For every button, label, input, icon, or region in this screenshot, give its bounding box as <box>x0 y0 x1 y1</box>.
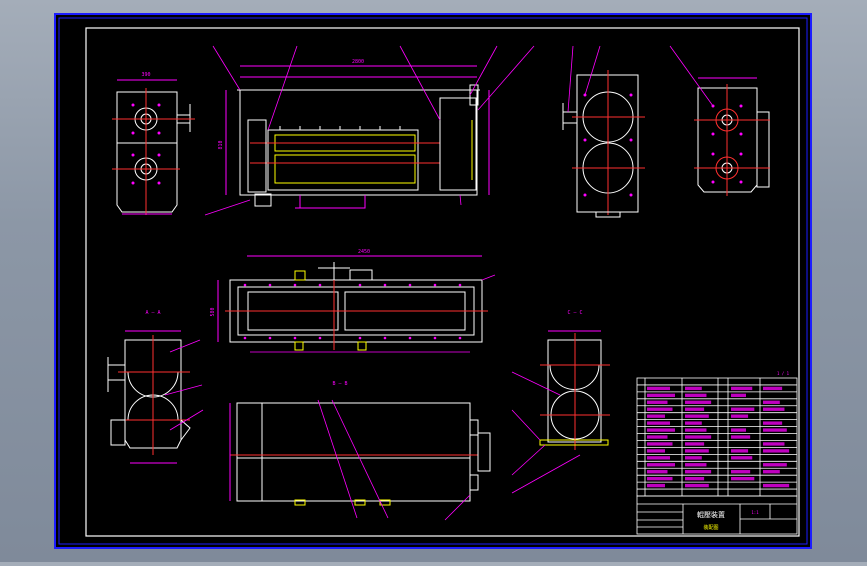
bom-cell-glyphs <box>685 414 709 418</box>
bom-cell-glyphs <box>731 456 753 460</box>
section-label-b: B — B <box>332 381 347 387</box>
dim-plan-length: 2450 <box>358 249 370 255</box>
title-block-title: 輥壓裝置 <box>697 510 725 519</box>
bom-cell-glyphs <box>685 393 707 398</box>
bom-cell-glyphs <box>685 400 712 404</box>
cad-drawing: 390 2800 810 2450 580 A — A B — B C — C … <box>54 13 812 549</box>
bom-cell-glyphs <box>685 407 705 411</box>
bom-cell-glyphs <box>763 386 783 391</box>
bom-cell-glyphs <box>731 470 751 474</box>
bom-cell-glyphs <box>647 400 668 404</box>
bom-cell-glyphs <box>647 476 673 481</box>
bom-cell-glyphs <box>731 414 749 418</box>
cad-viewport: 390 2800 810 2450 580 A — A B — B C — C … <box>0 0 867 562</box>
bom-cell-glyphs <box>685 435 712 439</box>
bom-cell-glyphs <box>731 476 755 481</box>
bom-cell-glyphs <box>685 421 702 425</box>
dim-top-height: 810 <box>218 140 224 149</box>
bom-cell-glyphs <box>763 421 783 425</box>
title-block-scale: 1:1 <box>751 510 759 515</box>
bom-cell-glyphs <box>685 476 705 481</box>
bom-cell-glyphs <box>763 470 780 474</box>
section-label-a: A — A <box>145 310 160 316</box>
dim-top-length: 2800 <box>352 59 364 65</box>
bom-cell-glyphs <box>685 386 702 391</box>
bom-cell-glyphs <box>647 386 670 391</box>
bom-cell-glyphs <box>647 470 668 474</box>
bom-cell-glyphs <box>685 456 702 460</box>
section-label-c: C — C <box>567 310 582 316</box>
bom-cell-glyphs <box>647 456 670 460</box>
bom-cell-glyphs <box>647 483 665 488</box>
bom-cell-glyphs <box>647 463 675 467</box>
bom-cell-glyphs <box>763 407 785 411</box>
title-block-subtitle: 装配图 <box>703 524 718 531</box>
bom-cell-glyphs <box>685 463 707 467</box>
bom-cell-glyphs <box>763 428 787 432</box>
dim-side-width: 390 <box>141 72 150 78</box>
bom-cell-glyphs <box>647 393 675 398</box>
bom-cell-glyphs <box>731 428 746 432</box>
bom-cell-glyphs <box>647 442 673 446</box>
bom-cell-glyphs <box>763 442 785 446</box>
bom-cell-glyphs <box>731 407 755 411</box>
bom-cell-glyphs <box>647 421 670 425</box>
bom-cell-glyphs <box>731 435 751 439</box>
bom-cell-glyphs <box>763 483 790 488</box>
title-block-sheet: 1 / 1 <box>777 371 790 376</box>
bom-cell-glyphs <box>731 393 746 398</box>
bom-cell-glyphs <box>685 428 707 432</box>
bom-cell-glyphs <box>763 449 790 453</box>
bom-cell-glyphs <box>763 400 780 404</box>
bom-cell-glyphs <box>763 463 787 467</box>
bom-cell-glyphs <box>647 449 665 453</box>
bom-cell-glyphs <box>685 442 705 446</box>
dim-plan-width: 580 <box>210 307 216 316</box>
bom-cell-glyphs <box>731 449 749 453</box>
bom-cell-glyphs <box>647 407 673 411</box>
bom-cell-glyphs <box>647 435 668 439</box>
bom-cell-glyphs <box>647 428 675 432</box>
bom-cell-glyphs <box>731 386 753 391</box>
bom-cell-glyphs <box>685 470 712 474</box>
bom-cell-glyphs <box>685 483 709 488</box>
bom-cell-glyphs <box>647 414 665 418</box>
bom-cell-glyphs <box>685 449 709 453</box>
